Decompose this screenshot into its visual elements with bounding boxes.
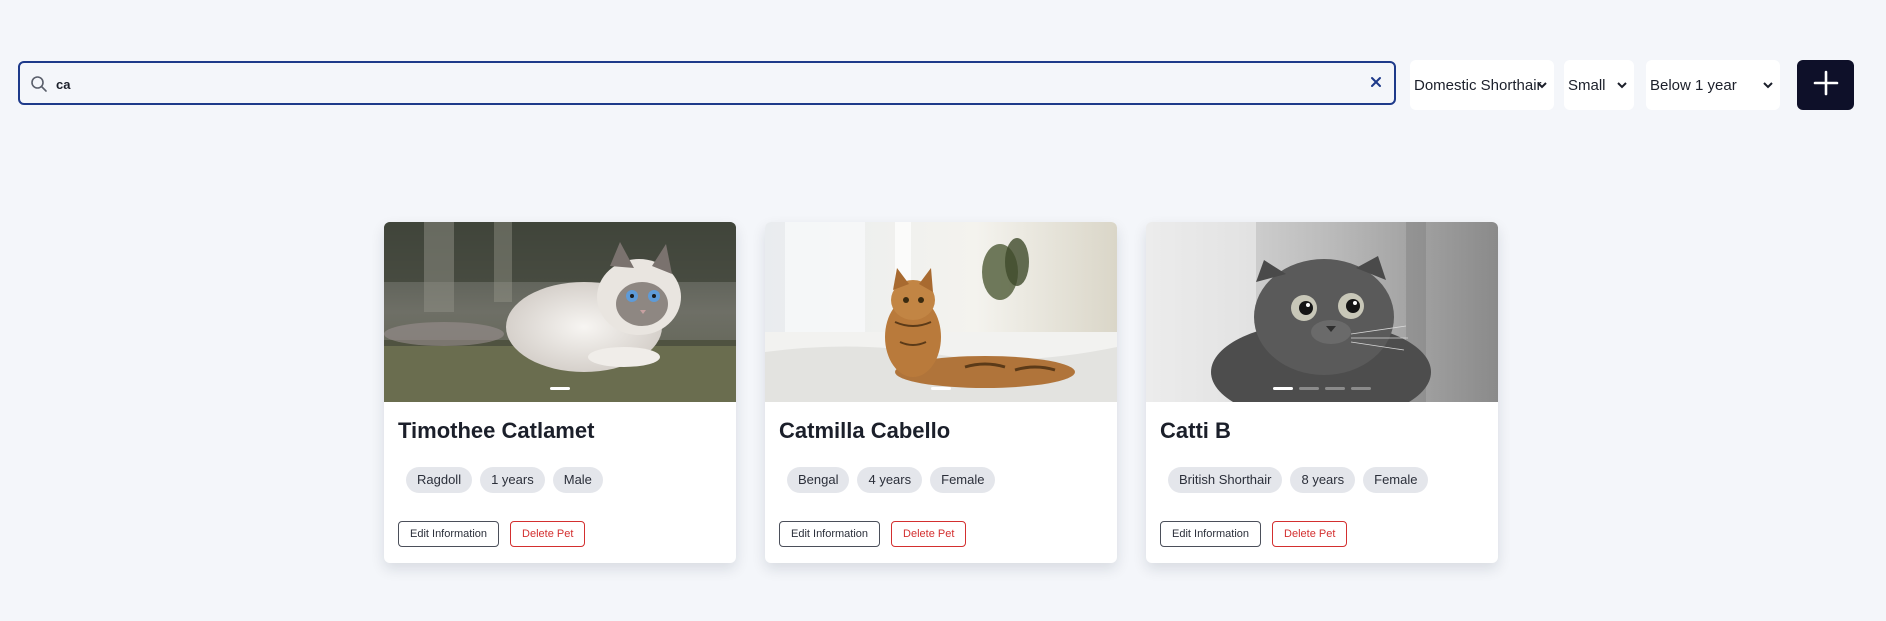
add-pet-button[interactable] <box>1797 60 1854 110</box>
carousel-dot[interactable] <box>1325 387 1345 390</box>
breed-select-value: Domestic Shorthair <box>1414 76 1542 94</box>
edit-information-button[interactable]: Edit Information <box>398 521 500 547</box>
pet-photo-carousel[interactable] <box>765 222 1117 402</box>
size-select-value: Small <box>1568 76 1606 94</box>
pet-name: Catti B <box>1160 418 1231 443</box>
carousel-indicators <box>384 387 736 390</box>
pet-card: Timothee Catlamet Ragdoll 1 years Male E… <box>384 222 736 563</box>
edit-information-button[interactable]: Edit Information <box>779 521 881 547</box>
chevron-down-icon <box>1762 78 1774 90</box>
search-icon <box>30 75 48 93</box>
breed-select[interactable]: Domestic Shorthair <box>1410 60 1554 110</box>
breed-tag: Ragdoll <box>406 467 473 493</box>
card-actions: Edit Information Delete Pet <box>1160 521 1348 547</box>
british-shorthair-cat-photo <box>1146 222 1498 402</box>
pet-name: Timothee Catlamet <box>398 418 595 443</box>
breed-tag: Bengal <box>787 467 850 493</box>
age-select[interactable]: Below 1 year <box>1646 60 1780 110</box>
carousel-dot[interactable] <box>550 387 570 390</box>
carousel-indicators <box>765 387 1117 390</box>
age-tag: 8 years <box>1290 467 1356 493</box>
card-actions: Edit Information Delete Pet <box>779 521 967 547</box>
carousel-dot[interactable] <box>1273 387 1293 390</box>
carousel-indicators <box>1146 387 1498 390</box>
pet-tags: Ragdoll 1 years Male <box>406 467 603 493</box>
bengal-cat-photo <box>765 222 1117 402</box>
gender-tag: Female <box>1363 467 1429 493</box>
edit-information-button[interactable]: Edit Information <box>1160 521 1262 547</box>
pet-tags: British Shorthair 8 years Female <box>1168 467 1429 493</box>
age-tag: 4 years <box>857 467 923 493</box>
delete-pet-button[interactable]: Delete Pet <box>1272 521 1348 547</box>
delete-pet-button[interactable]: Delete Pet <box>891 521 967 547</box>
carousel-dot[interactable] <box>931 387 951 390</box>
search-input[interactable] <box>54 71 1358 97</box>
pet-photo-carousel[interactable] <box>1146 222 1498 402</box>
plus-icon <box>1813 70 1839 101</box>
close-icon[interactable] <box>1368 75 1384 91</box>
ragdoll-cat-photo <box>384 222 736 402</box>
pet-name: Catmilla Cabello <box>779 418 951 443</box>
delete-pet-button[interactable]: Delete Pet <box>510 521 586 547</box>
chevron-down-icon <box>1536 78 1548 90</box>
pet-tags: Bengal 4 years Female <box>787 467 996 493</box>
carousel-dot[interactable] <box>1299 387 1319 390</box>
gender-tag: Female <box>930 467 996 493</box>
size-select[interactable]: Small <box>1564 60 1634 110</box>
card-actions: Edit Information Delete Pet <box>398 521 586 547</box>
chevron-down-icon <box>1616 78 1628 90</box>
toolbar: Domestic Shorthair Small Below 1 year <box>18 60 1854 110</box>
search-bar[interactable] <box>18 61 1396 105</box>
carousel-dot[interactable] <box>1351 387 1371 390</box>
gender-tag: Male <box>552 467 603 493</box>
pet-card: Catmilla Cabello Bengal 4 years Female E… <box>765 222 1117 563</box>
breed-tag: British Shorthair <box>1168 467 1283 493</box>
pet-photo-carousel[interactable] <box>384 222 736 402</box>
age-tag: 1 years <box>480 467 545 493</box>
age-select-value: Below 1 year <box>1650 76 1737 94</box>
pet-card: Catti B British Shorthair 8 years Female… <box>1146 222 1498 563</box>
